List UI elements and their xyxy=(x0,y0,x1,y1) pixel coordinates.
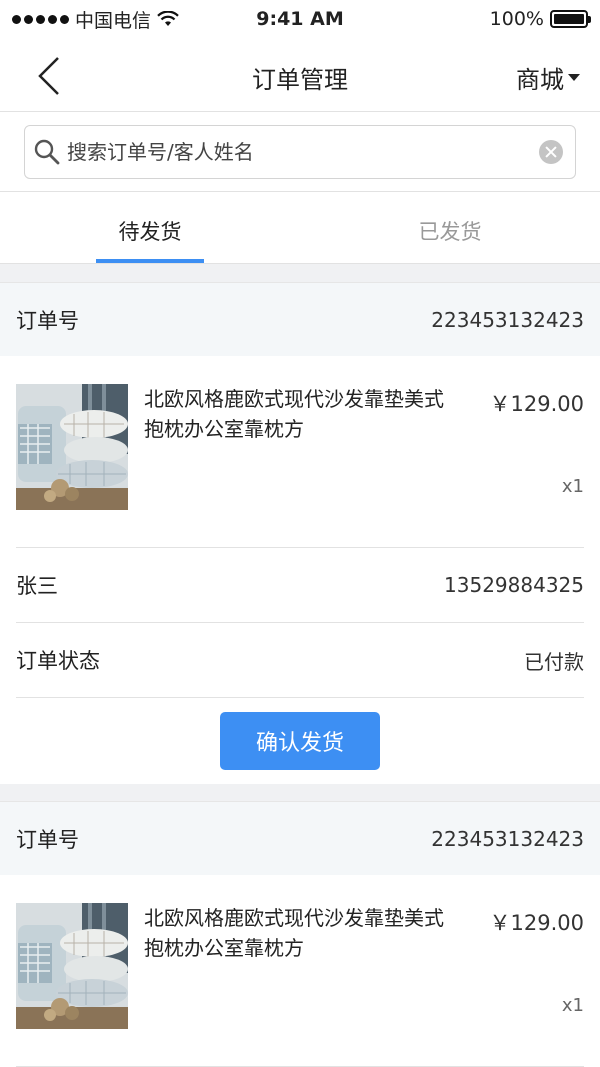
order-status-label: 订单状态 xyxy=(16,649,100,673)
search-icon xyxy=(34,139,60,165)
order-action: 确认发货 xyxy=(0,698,600,784)
search-box xyxy=(24,125,576,179)
search-input[interactable] xyxy=(61,140,539,164)
product-name: 北欧风格鹿欧式现代沙发靠垫美式抱枕办公室靠枕方 xyxy=(144,387,444,441)
caret-down-icon xyxy=(568,74,580,81)
order-number-value: 223453132423 xyxy=(431,307,584,332)
clear-icon[interactable] xyxy=(539,140,563,164)
status-bar: 中国电信 9:41 AM 100% xyxy=(0,0,600,38)
order-number-label: 订单号 xyxy=(16,308,79,333)
order-header: 订单号 223453132423 xyxy=(0,282,600,356)
carrier-label: 中国电信 xyxy=(75,9,152,32)
confirm-shipment-button[interactable]: 确认发货 xyxy=(220,712,380,770)
product-image xyxy=(16,384,128,510)
product-item[interactable]: 北欧风格鹿欧式现代沙发靠垫美式抱枕办公室靠枕方 ￥129.00 x1 xyxy=(16,875,584,1067)
status-right: 100% xyxy=(489,8,591,30)
order-number-label: 订单号 xyxy=(16,827,79,852)
wifi-icon xyxy=(157,11,179,26)
order-status-value: 已付款 xyxy=(524,649,584,674)
product-item[interactable]: 北欧风格鹿欧式现代沙发靠垫美式抱枕办公室靠枕方 ￥129.00 x1 xyxy=(16,356,584,548)
product-image xyxy=(16,903,128,1029)
order-status-row: 订单状态 已付款 xyxy=(16,623,584,698)
order-header: 订单号 223453132423 xyxy=(0,801,600,875)
order-card: 订单号 223453132423 北欧风格鹿欧式现代沙发靠垫美式抱枕办公室靠枕方… xyxy=(0,801,600,1067)
tab-shipped[interactable]: 已发货 xyxy=(300,192,600,263)
customer-phone: 13529884325 xyxy=(444,573,584,597)
battery-icon xyxy=(550,10,591,28)
mall-dropdown-label: 商城 xyxy=(516,66,564,94)
product-quantity: x1 xyxy=(561,476,584,497)
product-price: ￥129.00 xyxy=(489,392,584,416)
tab-bar: 待发货 已发货 xyxy=(0,192,600,264)
battery-percent: 100% xyxy=(489,8,544,30)
product-name: 北欧风格鹿欧式现代沙发靠垫美式抱枕办公室靠枕方 xyxy=(144,906,444,960)
status-left: 中国电信 xyxy=(12,6,179,33)
tab-pending-shipment[interactable]: 待发货 xyxy=(0,192,300,263)
signal-icon xyxy=(12,14,69,24)
product-quantity: x1 xyxy=(561,995,584,1016)
product-price: ￥129.00 xyxy=(489,911,584,935)
order-card: 订单号 223453132423 北欧风格鹿欧式现代沙发靠垫美式抱枕办公室靠枕方… xyxy=(0,282,600,784)
search-bar xyxy=(0,112,600,192)
customer-name: 张三 xyxy=(16,574,58,598)
order-number-value: 223453132423 xyxy=(431,826,584,851)
mall-dropdown[interactable]: 商城 xyxy=(516,60,580,95)
nav-bar: 订单管理 商城 xyxy=(0,38,600,112)
customer-row: 张三 13529884325 xyxy=(16,548,584,623)
page-title: 订单管理 xyxy=(252,66,348,94)
